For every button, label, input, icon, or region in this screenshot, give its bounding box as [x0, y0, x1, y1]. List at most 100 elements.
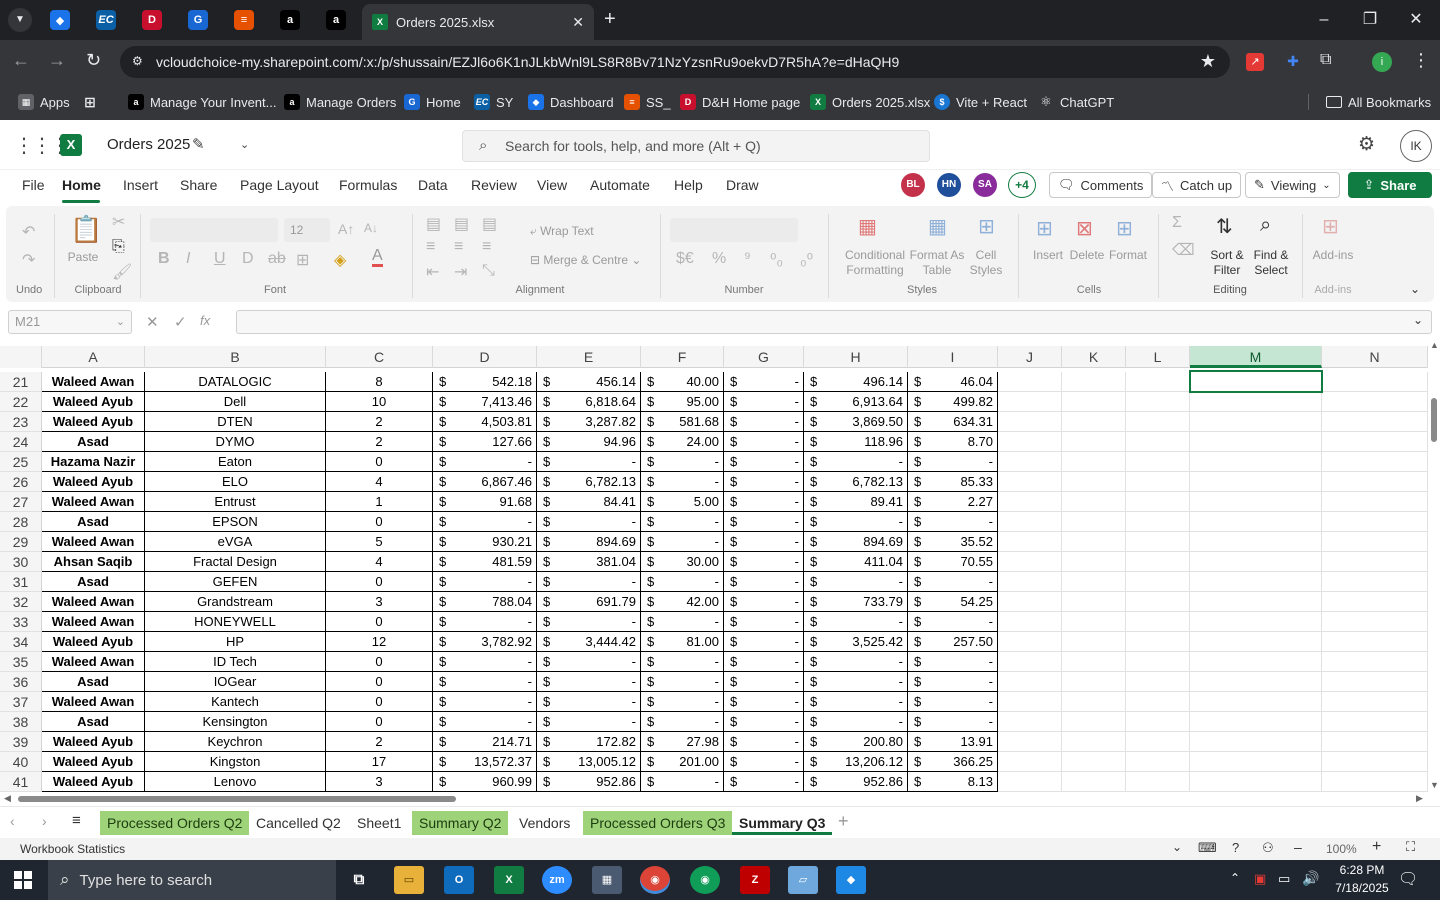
cell-h[interactable]: $ -: [804, 452, 908, 472]
empty-cell-k[interactable]: [1062, 432, 1126, 452]
cell-c[interactable]: 0: [326, 692, 433, 712]
empty-cell-l[interactable]: [1126, 772, 1190, 792]
reload-icon[interactable]: ↻: [86, 50, 101, 71]
addins-button[interactable]: Add-ins: [1312, 248, 1354, 263]
cell-h[interactable]: $6,782.13: [804, 472, 908, 492]
cell-e[interactable]: $172.82: [537, 732, 641, 752]
cell-d[interactable]: $481.59: [433, 552, 537, 572]
cell-a[interactable]: Waleed Awan: [42, 372, 145, 392]
cell-e[interactable]: $691.79: [537, 592, 641, 612]
task-view-icon[interactable]: ⧉: [344, 866, 374, 894]
cell-c[interactable]: 0: [326, 612, 433, 632]
empty-cell-m[interactable]: [1190, 532, 1322, 552]
sheet-tab-summary-q3[interactable]: Summary Q3: [732, 811, 833, 835]
cell-g[interactable]: $ -: [724, 612, 804, 632]
cell-e[interactable]: $894.69: [537, 532, 641, 552]
empty-cell-l[interactable]: [1126, 752, 1190, 772]
calculator-icon[interactable]: ▦: [592, 866, 622, 894]
empty-cell-m[interactable]: [1190, 512, 1322, 532]
cell-h[interactable]: $ -: [804, 672, 908, 692]
empty-cell-k[interactable]: [1062, 472, 1126, 492]
empty-cell-j[interactable]: [998, 692, 1062, 712]
row-header[interactable]: 21: [0, 372, 42, 392]
cell-f[interactable]: $ -: [641, 472, 724, 492]
insert-cells-icon[interactable]: ⊞: [1036, 216, 1053, 241]
cell-a[interactable]: Waleed Ayub: [42, 632, 145, 652]
zoom-out-icon[interactable]: –: [1294, 839, 1302, 855]
cell-c[interactable]: 0: [326, 712, 433, 732]
menu-data[interactable]: Data: [418, 177, 448, 193]
formula-input[interactable]: ⌄: [236, 310, 1432, 334]
cell-f[interactable]: $ -: [641, 772, 724, 792]
notifications-icon[interactable]: 🗨: [1398, 869, 1418, 889]
row-header[interactable]: 41: [0, 772, 42, 792]
delete-cells-icon[interactable]: ⊠: [1076, 216, 1093, 241]
strikethrough-icon[interactable]: ab: [268, 250, 286, 268]
cell-i[interactable]: $634.31: [908, 412, 998, 432]
cell-h[interactable]: $ -: [804, 572, 908, 592]
cell-f[interactable]: $5.00: [641, 492, 724, 512]
sheet-tab-processed-orders-q3[interactable]: Processed Orders Q3: [583, 811, 733, 835]
cell-a[interactable]: Waleed Awan: [42, 532, 145, 552]
extension-icon-blue[interactable]: ✚: [1284, 53, 1302, 71]
align-center-icon[interactable]: ≡: [454, 238, 463, 256]
collaborator-avatar-sa[interactable]: SA: [973, 173, 997, 197]
menu-formulas[interactable]: Formulas: [339, 177, 397, 193]
column-header-m[interactable]: M: [1190, 346, 1322, 368]
empty-cell-n[interactable]: [1322, 392, 1428, 412]
sort-filter-button[interactable]: Sort & Filter: [1206, 248, 1248, 278]
chrome-icon-1[interactable]: ◉: [640, 866, 670, 894]
cell-f[interactable]: $201.00: [641, 752, 724, 772]
scroll-down-icon[interactable]: ▼: [1430, 780, 1439, 790]
row-header[interactable]: 26: [0, 472, 42, 492]
empty-cell-j[interactable]: [998, 772, 1062, 792]
empty-cell-l[interactable]: [1126, 552, 1190, 572]
bookmark-dashboard[interactable]: ◆ Dashboard: [528, 92, 614, 112]
cell-c[interactable]: 0: [326, 452, 433, 472]
cell-i[interactable]: $ -: [908, 512, 998, 532]
horizontal-scroll-thumb[interactable]: [18, 796, 456, 802]
empty-cell-n[interactable]: [1322, 412, 1428, 432]
empty-cell-l[interactable]: [1126, 732, 1190, 752]
empty-cell-m[interactable]: [1190, 412, 1322, 432]
column-header-n[interactable]: N: [1322, 346, 1428, 368]
empty-cell-k[interactable]: [1062, 532, 1126, 552]
cell-a[interactable]: Waleed Awan: [42, 592, 145, 612]
bookmark-star-icon[interactable]: ★: [1200, 51, 1216, 72]
cell-e[interactable]: $ -: [537, 652, 641, 672]
cell-b[interactable]: HONEYWELL: [145, 612, 326, 632]
cell-b[interactable]: Entrust: [145, 492, 326, 512]
vertical-scroll-thumb[interactable]: [1431, 398, 1437, 442]
cell-g[interactable]: $ -: [724, 632, 804, 652]
cell-b[interactable]: ELO: [145, 472, 326, 492]
menu-file[interactable]: File: [22, 177, 45, 193]
cell-b[interactable]: IOGear: [145, 672, 326, 692]
bold-icon[interactable]: B: [158, 250, 170, 268]
cell-i[interactable]: $ -: [908, 712, 998, 732]
cell-b[interactable]: Keychron: [145, 732, 326, 752]
excel-taskbar-icon[interactable]: X: [494, 866, 524, 894]
cell-e[interactable]: $ -: [537, 692, 641, 712]
cell-i[interactable]: $54.25: [908, 592, 998, 612]
cell-g[interactable]: $ -: [724, 592, 804, 612]
cell-g[interactable]: $ -: [724, 492, 804, 512]
cancel-entry-icon[interactable]: ✕: [146, 313, 159, 331]
empty-cell-l[interactable]: [1126, 632, 1190, 652]
taskbar-search-box[interactable]: ⌕ Type here to search: [48, 860, 336, 900]
cell-h[interactable]: $ -: [804, 512, 908, 532]
empty-cell-n[interactable]: [1322, 512, 1428, 532]
cell-b[interactable]: ID Tech: [145, 652, 326, 672]
cell-i[interactable]: $35.52: [908, 532, 998, 552]
keyboard-icon[interactable]: ⌨: [1198, 840, 1217, 856]
empty-cell-k[interactable]: [1062, 412, 1126, 432]
menu-share[interactable]: Share: [180, 177, 217, 193]
empty-cell-l[interactable]: [1126, 672, 1190, 692]
empty-cell-m[interactable]: [1190, 752, 1322, 772]
empty-cell-n[interactable]: [1322, 472, 1428, 492]
cell-b[interactable]: Grandstream: [145, 592, 326, 612]
bookmark-chatgpt[interactable]: ⚛ ChatGPT: [1038, 92, 1114, 112]
empty-cell-n[interactable]: [1322, 612, 1428, 632]
empty-cell-j[interactable]: [998, 392, 1062, 412]
chrome-menu-icon[interactable]: ⋮: [1412, 50, 1430, 71]
cell-d[interactable]: $ -: [433, 612, 537, 632]
